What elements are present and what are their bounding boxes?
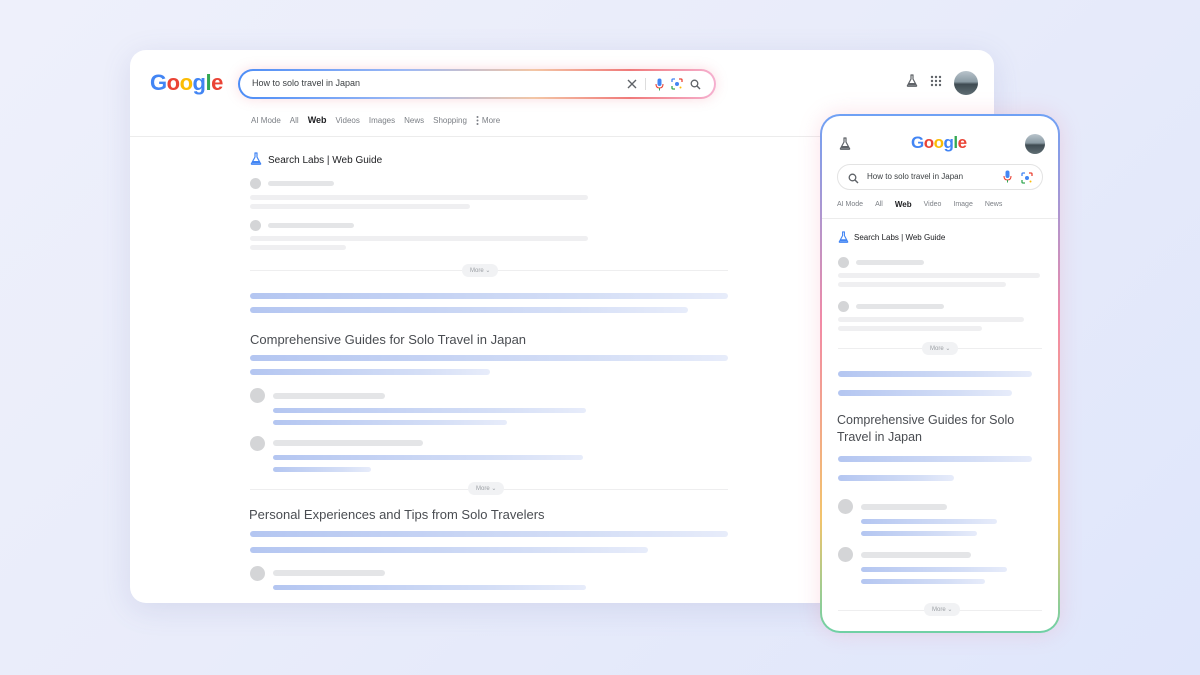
source-favicon bbox=[838, 257, 849, 268]
tab-news[interactable]: News bbox=[404, 116, 424, 125]
result-favicon bbox=[250, 566, 265, 581]
result-source-placeholder bbox=[861, 504, 947, 510]
result-title-placeholder[interactable] bbox=[861, 531, 977, 536]
close-icon[interactable] bbox=[623, 76, 641, 92]
tab-ai-mode[interactable]: AI Mode bbox=[251, 116, 281, 125]
google-logo[interactable]: Google bbox=[150, 70, 223, 96]
search-input[interactable]: How to solo travel in Japan bbox=[867, 172, 963, 181]
result-title-placeholder[interactable] bbox=[861, 579, 985, 584]
labs-header: Search Labs | Web Guide bbox=[838, 231, 945, 243]
text-placeholder bbox=[838, 282, 1006, 287]
source-name-placeholder bbox=[268, 181, 334, 186]
snippet-placeholder bbox=[838, 456, 1032, 462]
source-name-placeholder bbox=[856, 304, 944, 309]
lens-icon[interactable] bbox=[668, 76, 686, 92]
text-placeholder bbox=[838, 317, 1024, 322]
result-title-placeholder[interactable] bbox=[273, 585, 586, 590]
snippet-placeholder bbox=[250, 369, 490, 375]
flask-icon bbox=[838, 231, 849, 243]
labs-header: Search Labs | Web Guide bbox=[250, 152, 730, 168]
result-source-placeholder bbox=[273, 393, 385, 399]
result-title-placeholder[interactable] bbox=[861, 519, 997, 524]
microphone-icon[interactable] bbox=[650, 76, 668, 92]
tab-news[interactable]: News bbox=[985, 201, 1003, 209]
more-button[interactable]: More ⌄ bbox=[462, 264, 499, 277]
search-input[interactable]: How to solo travel in Japan bbox=[252, 78, 360, 88]
more-button[interactable]: More ⌄ bbox=[924, 603, 961, 616]
result-title-placeholder[interactable] bbox=[273, 420, 507, 425]
section-heading: Personal Experiences and Tips from Solo … bbox=[249, 507, 545, 522]
search-tabs: AI Mode All Web Videos Images News Shopp… bbox=[251, 115, 500, 125]
lens-icon[interactable] bbox=[1021, 171, 1033, 189]
tab-shopping[interactable]: Shopping bbox=[433, 116, 467, 125]
source-name-placeholder bbox=[856, 260, 924, 265]
apps-grid-icon[interactable] bbox=[930, 74, 942, 92]
search-bar[interactable]: How to solo travel in Japan bbox=[238, 69, 716, 99]
more-vert-icon bbox=[476, 116, 479, 125]
result-source-placeholder bbox=[273, 440, 423, 446]
result-source-placeholder bbox=[273, 570, 385, 576]
more-button[interactable]: More ⌄ bbox=[922, 342, 959, 355]
tab-ai-mode[interactable]: AI Mode bbox=[837, 201, 863, 209]
source-name-placeholder bbox=[268, 223, 354, 228]
text-placeholder bbox=[838, 326, 982, 331]
microphone-icon[interactable] bbox=[1003, 170, 1012, 188]
snippet-placeholder bbox=[250, 355, 728, 361]
results-area: Search Labs | Web Guide bbox=[250, 152, 730, 168]
result-title-placeholder[interactable] bbox=[273, 467, 371, 472]
avatar[interactable] bbox=[954, 71, 978, 95]
search-tabs: AI Mode All Web Video Image News bbox=[837, 200, 1003, 209]
tab-more[interactable]: More bbox=[476, 116, 500, 125]
flask-icon[interactable] bbox=[906, 74, 918, 92]
text-placeholder bbox=[250, 195, 588, 200]
tab-all[interactable]: All bbox=[290, 116, 299, 125]
labs-label: Search Labs | Web Guide bbox=[854, 232, 946, 242]
flask-icon[interactable] bbox=[839, 137, 851, 155]
tab-images[interactable]: Images bbox=[369, 116, 395, 125]
tab-image[interactable]: Image bbox=[953, 201, 972, 209]
snippet-placeholder bbox=[250, 547, 648, 553]
tab-web[interactable]: Web bbox=[308, 115, 327, 125]
result-favicon bbox=[250, 388, 265, 403]
result-source-placeholder bbox=[861, 552, 971, 558]
search-icon[interactable] bbox=[848, 171, 859, 189]
tab-all[interactable]: All bbox=[875, 201, 883, 209]
result-title-placeholder[interactable] bbox=[861, 567, 1007, 572]
source-favicon bbox=[250, 220, 261, 231]
more-button[interactable]: More ⌄ bbox=[468, 482, 505, 495]
tab-videos[interactable]: Videos bbox=[336, 116, 360, 125]
tab-web[interactable]: Web bbox=[895, 200, 912, 209]
mobile-frame: Google How to solo travel in Japan AI Mo… bbox=[820, 114, 1060, 633]
snippet-placeholder bbox=[838, 475, 954, 481]
result-favicon bbox=[838, 499, 853, 514]
labs-label: Search Labs | Web Guide bbox=[268, 154, 383, 166]
search-bar[interactable]: How to solo travel in Japan bbox=[837, 164, 1043, 190]
text-placeholder bbox=[250, 236, 588, 241]
snippet-placeholder bbox=[250, 307, 688, 313]
result-favicon bbox=[838, 547, 853, 562]
result-favicon bbox=[250, 436, 265, 451]
snippet-placeholder bbox=[838, 371, 1032, 377]
source-favicon bbox=[838, 301, 849, 312]
result-title-placeholder[interactable] bbox=[273, 455, 583, 460]
result-title-placeholder[interactable] bbox=[273, 408, 586, 413]
section-heading: Comprehensive Guides for Solo Travel in … bbox=[837, 413, 1015, 444]
section-heading: Comprehensive Guides for Solo Travel in … bbox=[250, 332, 527, 347]
snippet-placeholder bbox=[838, 390, 1012, 396]
google-logo[interactable]: Google bbox=[911, 133, 967, 153]
avatar[interactable] bbox=[1025, 134, 1045, 154]
snippet-placeholder bbox=[250, 293, 728, 299]
text-placeholder bbox=[250, 245, 346, 250]
tab-video[interactable]: Video bbox=[924, 201, 942, 209]
search-icon[interactable] bbox=[686, 76, 704, 92]
flask-icon bbox=[250, 152, 262, 168]
text-placeholder bbox=[838, 273, 1040, 278]
text-placeholder bbox=[250, 204, 470, 209]
source-favicon bbox=[250, 178, 261, 189]
header-divider bbox=[822, 218, 1058, 219]
snippet-placeholder bbox=[250, 531, 728, 537]
